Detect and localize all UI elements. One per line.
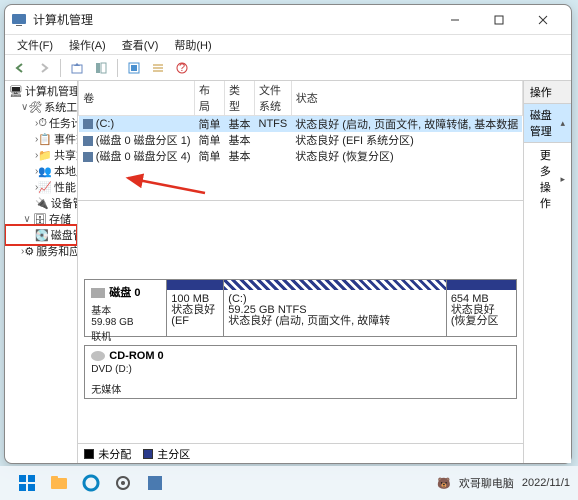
col-filesystem[interactable]: 文件系统 bbox=[255, 81, 292, 116]
explorer-icon[interactable] bbox=[46, 470, 72, 496]
menu-action[interactable]: 操作(A) bbox=[61, 35, 114, 55]
legend: 未分配 主分区 bbox=[78, 443, 523, 463]
menu-view[interactable]: 查看(V) bbox=[114, 35, 167, 55]
storage-icon: 🗄 bbox=[33, 212, 47, 226]
settings-icon[interactable] bbox=[110, 470, 136, 496]
col-volume[interactable]: 卷 bbox=[79, 81, 195, 116]
start-button[interactable] bbox=[14, 470, 40, 496]
tree-performance[interactable]: ›📈性能 bbox=[7, 179, 75, 195]
cdrom-row[interactable]: CD-ROM 0 DVD (D:) 无媒体 bbox=[84, 345, 517, 399]
perf-icon: 📈 bbox=[38, 180, 52, 194]
nav-tree[interactable]: 🖥计算机管理(本地) ∨🛠系统工具 ›⏱任务计划程序 ›📋事件查看器 ›📁共享文… bbox=[5, 81, 78, 463]
svg-text:?: ? bbox=[179, 62, 185, 74]
list-button[interactable] bbox=[147, 57, 169, 79]
volume-row[interactable]: (磁盘 0 磁盘分区 4) 简单基本状态良好 (恢复分区) bbox=[79, 148, 523, 164]
system-tray[interactable]: 🐻 欢哥聊电脑 2022/11/1 bbox=[437, 475, 570, 491]
chevron-right-icon: ▸ bbox=[560, 174, 565, 185]
computer-management-window: 计算机管理 文件(F) 操作(A) 查看(V) 帮助(H) ? 🖥计算机管理(本… bbox=[4, 4, 572, 464]
tools-icon: 🛠 bbox=[28, 100, 42, 114]
cdrom-icon bbox=[91, 351, 105, 361]
close-button[interactable] bbox=[521, 6, 565, 34]
clock-icon: ⏱ bbox=[38, 116, 47, 130]
more-actions[interactable]: 更多操作▸ bbox=[524, 143, 571, 215]
actions-context[interactable]: 磁盘管理▴ bbox=[524, 104, 571, 143]
tree-storage[interactable]: ∨🗄存储 bbox=[7, 211, 75, 227]
actions-pane: 操作 磁盘管理▴ 更多操作▸ bbox=[524, 81, 571, 463]
tree-device-manager[interactable]: 🔌设备管理器 bbox=[7, 195, 75, 211]
disk-0-row[interactable]: 磁盘 0 基本 59.98 GB 联机 100 MB状态良好 (EF (C:)5… bbox=[84, 279, 517, 337]
device-icon: 🔌 bbox=[35, 196, 49, 210]
tree-services-apps[interactable]: ›⚙服务和应用程序 bbox=[7, 243, 75, 259]
volume-icon bbox=[83, 136, 93, 146]
actions-header: 操作 bbox=[524, 81, 571, 104]
disk-graphical-view: 磁盘 0 基本 59.98 GB 联机 100 MB状态良好 (EF (C:)5… bbox=[78, 273, 523, 443]
computer-icon: 🖥 bbox=[9, 84, 23, 98]
tree-disk-management[interactable]: 💽磁盘管理 bbox=[7, 227, 75, 243]
folder-icon: 📁 bbox=[38, 148, 52, 162]
volume-icon bbox=[83, 119, 93, 129]
partition-efi[interactable]: 100 MB状态良好 (EF bbox=[167, 280, 223, 336]
help-button[interactable]: ? bbox=[171, 57, 193, 79]
collapse-icon[interactable]: ∨ bbox=[21, 102, 28, 113]
up-button[interactable] bbox=[66, 57, 88, 79]
tree-task-scheduler[interactable]: ›⏱任务计划程序 bbox=[7, 115, 75, 131]
disk-icon: 💽 bbox=[35, 228, 49, 242]
toolbar: ? bbox=[5, 55, 571, 81]
tree-root[interactable]: 🖥计算机管理(本地) bbox=[7, 83, 75, 99]
refresh-button[interactable] bbox=[123, 57, 145, 79]
attribution-icon: 🐻 bbox=[437, 477, 451, 490]
menu-file[interactable]: 文件(F) bbox=[9, 35, 61, 55]
tree-system-tools[interactable]: ∨🛠系统工具 bbox=[7, 99, 75, 115]
titlebar[interactable]: 计算机管理 bbox=[5, 5, 571, 35]
minimize-button[interactable] bbox=[433, 6, 477, 34]
partition-c[interactable]: (C:)59.25 GB NTFS状态良好 (启动, 页面文件, 故障转 bbox=[223, 280, 446, 336]
app-icon bbox=[11, 12, 27, 28]
center-pane: 卷 布局 类型 文件系统 状态 (C:) 简单基本NTFS状态良好 (启动, 页… bbox=[78, 81, 524, 463]
chevron-up-icon: ▴ bbox=[560, 118, 565, 129]
disk-0-info[interactable]: 磁盘 0 基本 59.98 GB 联机 bbox=[85, 280, 167, 336]
menu-help[interactable]: 帮助(H) bbox=[166, 35, 219, 55]
volume-row[interactable]: (C:) 简单基本NTFS状态良好 (启动, 页面文件, 故障转储, 基本数据 bbox=[79, 116, 523, 133]
back-button[interactable] bbox=[9, 57, 31, 79]
services-icon: ⚙ bbox=[24, 244, 34, 258]
tree-local-users[interactable]: ›👥本地用户和组 bbox=[7, 163, 75, 179]
log-icon: 📋 bbox=[38, 132, 52, 146]
window-title: 计算机管理 bbox=[33, 11, 433, 28]
show-hide-tree-button[interactable] bbox=[90, 57, 112, 79]
collapse-icon[interactable]: ∨ bbox=[21, 214, 33, 225]
tray-date: 2022/11/1 bbox=[522, 477, 570, 489]
legend-primary-swatch bbox=[143, 449, 153, 459]
volume-row[interactable]: (磁盘 0 磁盘分区 1) 简单基本状态良好 (EFI 系统分区) bbox=[79, 132, 523, 148]
maximize-button[interactable] bbox=[477, 6, 521, 34]
app-icon[interactable] bbox=[142, 470, 168, 496]
volume-icon bbox=[83, 152, 93, 162]
col-layout[interactable]: 布局 bbox=[195, 81, 225, 116]
cdrom-info[interactable]: CD-ROM 0 DVD (D:) 无媒体 bbox=[85, 346, 516, 398]
col-type[interactable]: 类型 bbox=[225, 81, 255, 116]
tree-event-viewer[interactable]: ›📋事件查看器 bbox=[7, 131, 75, 147]
edge-icon[interactable] bbox=[78, 470, 104, 496]
legend-unallocated-swatch bbox=[84, 449, 94, 459]
volume-list[interactable]: 卷 布局 类型 文件系统 状态 (C:) 简单基本NTFS状态良好 (启动, 页… bbox=[78, 81, 523, 201]
menubar: 文件(F) 操作(A) 查看(V) 帮助(H) bbox=[5, 35, 571, 55]
partition-recovery[interactable]: 654 MB状态良好 (恢复分区 bbox=[446, 280, 516, 336]
attribution-text: 欢哥聊电脑 bbox=[459, 475, 514, 491]
forward-button[interactable] bbox=[33, 57, 55, 79]
users-icon: 👥 bbox=[38, 164, 52, 178]
taskbar[interactable]: 🐻 欢哥聊电脑 2022/11/1 bbox=[0, 466, 578, 500]
disk-icon bbox=[91, 288, 105, 298]
col-status[interactable]: 状态 bbox=[291, 81, 522, 116]
tree-shared-folders[interactable]: ›📁共享文件夹 bbox=[7, 147, 75, 163]
